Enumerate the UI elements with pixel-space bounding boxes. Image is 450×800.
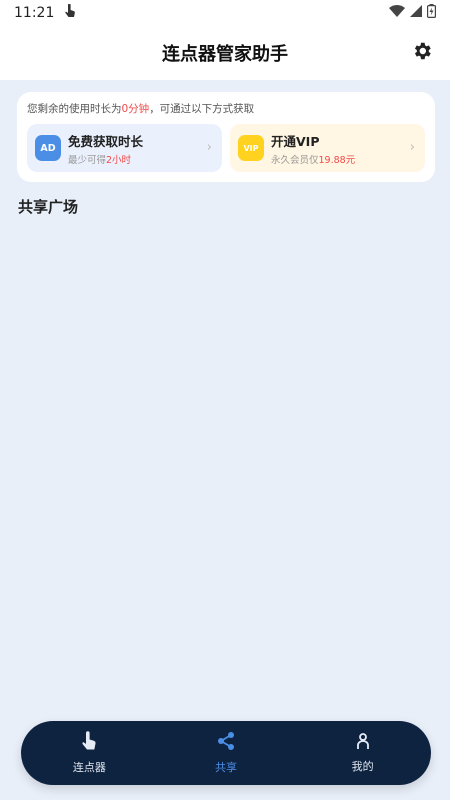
free-time-sub-prefix: 最少可得 [68, 154, 107, 166]
vip-button[interactable]: VIP 开通VIP 永久会员仅19.88元 › [230, 124, 425, 172]
nav-item-mine[interactable]: 我的 [313, 732, 413, 774]
app-bar: 连点器管家助手 [0, 26, 450, 80]
usage-message-prefix: 您剩余的使用时长为 [27, 103, 122, 115]
free-time-subtitle: 最少可得2小时 [68, 152, 143, 166]
nav-label-clicker: 连点器 [72, 761, 106, 774]
chevron-right-icon: › [409, 140, 415, 155]
free-time-amount: 2小时 [106, 154, 132, 166]
section-title: 共享广场 [18, 198, 79, 216]
vip-sub-prefix: 永久会员仅 [271, 154, 319, 166]
vip-subtitle: 永久会员仅19.88元 [271, 152, 355, 166]
share-icon [216, 731, 236, 755]
nav-item-share[interactable]: 共享 [176, 731, 276, 775]
status-time: 11:21 [14, 5, 55, 21]
free-time-button[interactable]: AD 免费获取时长 最少可得2小时 › [27, 124, 222, 172]
chevron-right-icon: › [206, 140, 212, 155]
free-time-title: 免费获取时长 [68, 133, 144, 149]
nav-label-mine: 我的 [351, 760, 374, 773]
touch-icon [64, 3, 76, 22]
settings-button[interactable] [408, 39, 436, 67]
tap-icon [80, 731, 98, 755]
usage-message: 您剩余的使用时长为0分钟，可通过以下方式获取 [27, 102, 425, 116]
vip-title: 开通VIP [271, 133, 320, 149]
signal-icon [410, 4, 422, 22]
usage-message-suffix: ，可通过以下方式获取 [149, 103, 255, 115]
remaining-time: 0分钟 [121, 103, 150, 115]
gear-icon [411, 40, 433, 66]
wifi-icon [389, 4, 405, 22]
vip-price: 19.88元 [318, 154, 356, 166]
person-icon [356, 732, 370, 754]
bottom-nav: 连点器 共享 我的 [21, 721, 431, 785]
nav-label-share: 共享 [214, 761, 237, 774]
status-bar: 11:21 [0, 0, 450, 26]
battery-icon [427, 4, 437, 22]
vip-icon: VIP [238, 135, 264, 161]
usage-card: 您剩余的使用时长为0分钟，可通过以下方式获取 AD 免费获取时长 最少可得2小时… [17, 92, 435, 182]
page-title: 连点器管家助手 [162, 44, 288, 65]
nav-item-clicker[interactable]: 连点器 [39, 731, 139, 775]
ad-icon: AD [35, 135, 61, 161]
